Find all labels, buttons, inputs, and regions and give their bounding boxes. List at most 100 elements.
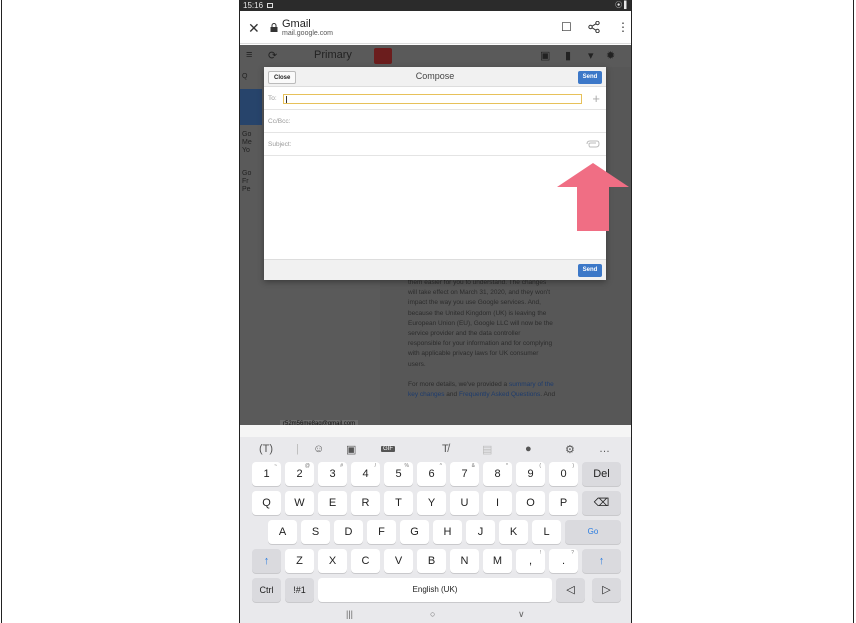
key-s[interactable]: S: [301, 520, 330, 544]
key-q[interactable]: Q: [252, 491, 281, 515]
list-item-snippet: Pe: [242, 186, 251, 193]
browser-menu-icon[interactable]: ⋮: [617, 20, 629, 34]
footer-send-button[interactable]: Send: [578, 264, 602, 277]
key-9[interactable]: 9(: [516, 462, 545, 486]
space-bar[interactable]: English (UK): [318, 578, 552, 602]
go-key[interactable]: Go: [565, 520, 621, 544]
to-input[interactable]: [283, 94, 582, 104]
close-tab-icon[interactable]: ✕: [248, 20, 260, 37]
key-v[interactable]: V: [384, 549, 413, 573]
attachment-paperclip-icon[interactable]: [586, 140, 600, 148]
toolbar-divider: |: [296, 443, 299, 455]
delete-key[interactable]: Del: [582, 462, 621, 486]
faq-link[interactable]: Frequently Asked Questions: [459, 391, 540, 398]
emoji-icon[interactable]: ☺: [313, 443, 324, 455]
bookmark-icon[interactable]: ☐: [561, 20, 572, 34]
key-j[interactable]: J: [466, 520, 495, 544]
right-border: [853, 0, 854, 623]
list-item[interactable]: Go Fr Pe: [242, 170, 251, 194]
share-icon[interactable]: [588, 21, 600, 33]
list-item[interactable]: Go Me Yo: [242, 131, 252, 155]
settings-gear-icon[interactable]: ✹: [606, 49, 615, 62]
subject-label: Subject:: [268, 141, 292, 148]
key-e[interactable]: E: [318, 491, 347, 515]
refresh-icon[interactable]: ⟳: [268, 49, 277, 62]
cursor-left-key[interactable]: ◁: [556, 578, 585, 602]
microphone-icon[interactable]: ●: [525, 443, 532, 455]
ctrl-key[interactable]: Ctrl: [252, 578, 281, 602]
key-comma[interactable]: ,!: [516, 549, 545, 573]
selected-row-highlight: [240, 89, 262, 125]
handwriting-icon[interactable]: T̸: [442, 443, 449, 455]
key-d[interactable]: D: [334, 520, 363, 544]
compose-pencil-icon[interactable]: [374, 48, 392, 64]
key-7[interactable]: 7 &: [450, 462, 479, 486]
gif-icon[interactable]: GIF: [381, 446, 395, 452]
key-period[interactable]: .?: [549, 549, 578, 573]
hamburger-menu-icon[interactable]: ≡: [246, 49, 252, 61]
email-body-line: impact the way you use Google services. …: [408, 299, 541, 307]
shift-key-right[interactable]: ↑: [582, 549, 621, 573]
key-8[interactable]: 8 *: [483, 462, 512, 486]
add-recipient-icon[interactable]: +: [592, 91, 600, 106]
browser-toolbar: ✕ Gmail mail.google.com ☐ ⋮: [240, 11, 631, 44]
key-o[interactable]: O: [516, 491, 545, 515]
key-2[interactable]: 2 @: [285, 462, 314, 486]
key-w[interactable]: W: [285, 491, 314, 515]
delete-icon[interactable]: ▮: [565, 49, 571, 62]
home-button[interactable]: ○: [430, 609, 435, 619]
folder-label[interactable]: Primary: [314, 49, 352, 61]
more-dropdown-icon[interactable]: ▾: [588, 49, 594, 62]
clipboard-icon[interactable]: ▤: [482, 443, 492, 456]
key-p[interactable]: P: [549, 491, 578, 515]
key-x[interactable]: X: [318, 549, 347, 573]
key-5[interactable]: 5%: [384, 462, 413, 486]
browser-url[interactable]: mail.google.com: [282, 30, 333, 37]
key-g[interactable]: G: [400, 520, 429, 544]
text-prediction-icon[interactable]: (T): [259, 443, 273, 455]
key-0[interactable]: 0): [549, 462, 578, 486]
key-l[interactable]: L: [532, 520, 561, 544]
key-a[interactable]: A: [268, 520, 297, 544]
send-button[interactable]: Send: [578, 71, 602, 84]
key-n[interactable]: N: [450, 549, 479, 573]
key-1[interactable]: 1 ~: [252, 462, 281, 486]
key-z[interactable]: Z: [285, 549, 314, 573]
symbols-key[interactable]: !#1: [285, 578, 314, 602]
key-h[interactable]: H: [433, 520, 462, 544]
key-m[interactable]: M: [483, 549, 512, 573]
key-c[interactable]: C: [351, 549, 380, 573]
text-caret: [286, 96, 287, 103]
more-options-icon[interactable]: …: [599, 443, 610, 455]
summary-link[interactable]: summary of the: [509, 381, 554, 388]
email-body-line: users.: [408, 360, 426, 368]
list-item-snippet: Yo: [242, 147, 250, 154]
key-y[interactable]: Y: [417, 491, 446, 515]
key-u[interactable]: U: [450, 491, 479, 515]
back-button[interactable]: ∨: [518, 609, 525, 620]
subject-row[interactable]: Subject:: [264, 134, 606, 156]
pointer-arrow-icon: [557, 163, 629, 231]
key-f[interactable]: F: [367, 520, 396, 544]
shift-key-left[interactable]: ↑: [252, 549, 281, 573]
backspace-key[interactable]: ⌫: [582, 491, 621, 515]
key-sup: %: [404, 463, 409, 469]
key-b[interactable]: B: [417, 549, 446, 573]
cursor-right-key[interactable]: ▷: [592, 578, 621, 602]
key-4[interactable]: 4/: [351, 462, 380, 486]
key-r[interactable]: R: [351, 491, 380, 515]
recents-button[interactable]: |||: [346, 609, 353, 619]
archive-icon[interactable]: ▣: [540, 49, 550, 62]
message-body-input[interactable]: [264, 157, 606, 259]
key-i[interactable]: I: [483, 491, 512, 515]
email-body-text-span: . And: [540, 391, 556, 399]
key-t[interactable]: T: [384, 491, 413, 515]
key-3[interactable]: 3 #: [318, 462, 347, 486]
sticker-icon[interactable]: ▣: [346, 443, 356, 456]
key-6[interactable]: 6 ^: [417, 462, 446, 486]
ccbcc-row[interactable]: Cc/Bcc:: [264, 111, 606, 133]
key-k[interactable]: K: [499, 520, 528, 544]
keyboard-settings-icon[interactable]: ⚙: [565, 443, 575, 456]
key-changes-link[interactable]: key changes: [408, 391, 445, 398]
search-icon[interactable]: Q: [242, 73, 247, 80]
